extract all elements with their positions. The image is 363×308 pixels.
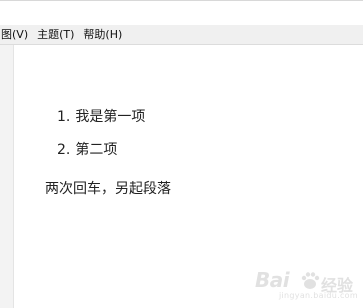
menu-theme[interactable]: 主题(T) [33,25,79,44]
menu-bar: 图(V) 主题(T) 帮助(H) [0,25,363,45]
list-item[interactable]: 2. 第二项 [57,141,145,159]
list-item-text: 我是第一项 [75,109,146,125]
window-top-edge [0,0,363,1]
ordered-list: 1. 我是第一项 2. 第二项 [57,108,145,174]
editor-window: 图(V) 主题(T) 帮助(H) 1. 我是第一项 2. 第二项 两次回车，另起段落… [0,0,363,308]
list-item-number: 2. [57,142,71,158]
list-item-text: 第二项 [75,142,118,158]
menu-help[interactable]: 帮助(H) [79,25,127,44]
paw-icon [301,272,320,289]
paragraph[interactable]: 两次回车，另起段落 [45,180,171,198]
watermark-brand: Bai [255,268,290,292]
sidebar-gutter [0,45,14,308]
list-item[interactable]: 1. 我是第一项 [57,108,145,126]
watermark-url: jingyan.baidu.com [279,291,358,300]
list-item-number: 1. [57,109,71,125]
baidu-watermark: Bai 经验 jingyan.baidu.com [255,268,358,302]
menu-view[interactable]: 图(V) [0,25,33,44]
